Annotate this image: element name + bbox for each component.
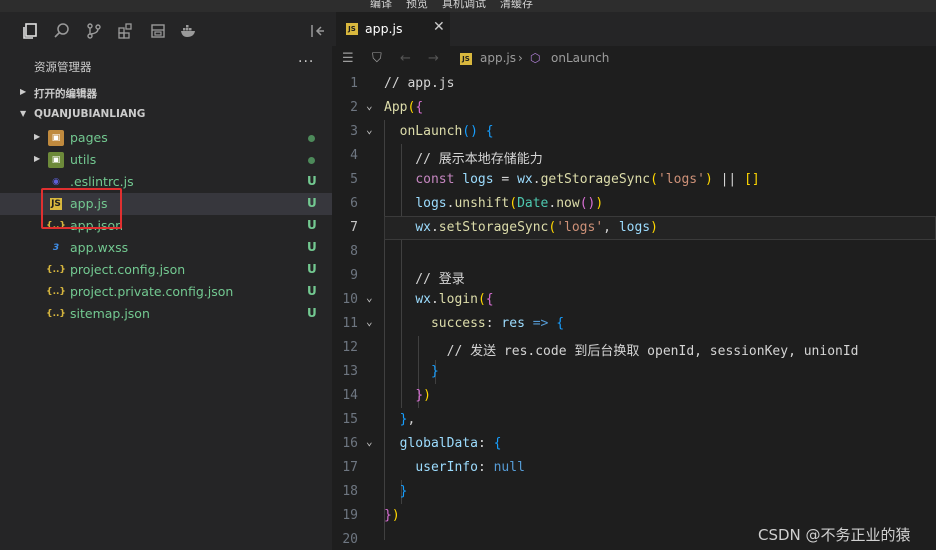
modified-dot	[308, 157, 315, 164]
fold-chevron-icon[interactable]: ⌄	[366, 99, 373, 112]
js-file-icon: JS	[460, 53, 472, 65]
tree-item-eslintrc[interactable]: ◉ .eslintrc.js U	[0, 171, 332, 193]
back-arrow-icon[interactable]: ←	[400, 51, 411, 66]
fold-chevron-icon[interactable]: ⌄	[366, 435, 373, 448]
code-line: 13 }	[342, 364, 439, 379]
breadcrumb-separator: ›	[518, 51, 523, 65]
close-icon[interactable]: ✕	[433, 19, 445, 35]
tab-bar: JS app.js ✕	[332, 12, 936, 46]
chevron-right-icon: ▶	[20, 87, 27, 96]
files-icon[interactable]	[21, 22, 39, 40]
method-icon: ⬡	[530, 51, 541, 65]
section-project[interactable]: ▼ QUANJUBIANLIANG	[0, 104, 332, 126]
folder-icon: ▣	[48, 130, 64, 146]
tree-item-utils[interactable]: ▶ ▣ utils	[0, 149, 332, 171]
menu-preview[interactable]: 预览	[406, 0, 428, 11]
tree-item-project-config[interactable]: {..} project.config.json U	[0, 259, 332, 281]
menu-clear-cache[interactable]: 清缓存	[500, 0, 533, 11]
more-actions-icon[interactable]: ···	[298, 54, 314, 70]
pages-icon[interactable]	[149, 22, 167, 40]
json-file-icon: {..}	[46, 221, 66, 231]
code-line-active: 7 wx.setStorageSync('logs', logs)	[332, 216, 936, 240]
json-file-icon: {..}	[46, 265, 66, 275]
code-area[interactable]: 1 // app.js 2 ⌄ App({ 3 ⌄ onLaunch() { 4…	[332, 72, 936, 550]
modified-dot	[308, 135, 315, 142]
fold-chevron-icon[interactable]: ⌄	[366, 123, 373, 136]
sidebar: 资源管理器 ··· ▶ 打开的编辑器 ▼ QUANJUBIANLIANG ▶ ▣…	[0, 12, 332, 550]
untracked-badge: U	[307, 174, 317, 188]
untracked-badge: U	[307, 196, 317, 210]
menu-compile[interactable]: 编译	[370, 0, 392, 11]
json-file-icon: {..}	[46, 287, 66, 297]
eslint-icon: ◉	[52, 177, 60, 187]
tab-app-js[interactable]: JS app.js ✕	[336, 12, 450, 46]
chevron-down-icon: ▼	[20, 109, 27, 118]
untracked-badge: U	[307, 284, 317, 298]
code-line: 11 ⌄ success: res => {	[342, 315, 565, 331]
tree-item-pages[interactable]: ▶ ▣ pages	[0, 127, 332, 149]
watermark: CSDN @不务正业的猿	[758, 526, 911, 544]
section-open-editors[interactable]: ▶ 打开的编辑器	[0, 82, 332, 104]
top-menu-bar: 编译 预览 真机调试 清缓存	[0, 0, 936, 12]
css-file-icon: 3	[52, 243, 60, 253]
untracked-badge: U	[307, 306, 317, 320]
js-file-icon: JS	[346, 23, 358, 35]
code-line: 14 })	[342, 388, 431, 403]
untracked-badge: U	[307, 218, 317, 232]
extensions-icon[interactable]	[117, 22, 135, 40]
code-line: 9 // 登录	[350, 268, 465, 287]
explorer-title: 资源管理器	[34, 60, 92, 74]
code-line: 1 // app.js	[350, 76, 455, 91]
breadcrumb-file[interactable]: app.js	[480, 51, 516, 65]
breadcrumb-symbol[interactable]: onLaunch	[551, 51, 609, 65]
bookmark-icon[interactable]: ⛉	[372, 51, 382, 66]
menu-device-debug[interactable]: 真机调试	[442, 0, 486, 11]
tree-item-app-js[interactable]: JS app.js U	[0, 193, 332, 215]
json-file-icon: {..}	[46, 309, 66, 319]
source-control-icon[interactable]	[85, 22, 103, 40]
code-line: 17 userInfo: null	[342, 460, 525, 475]
tree-item-app-json[interactable]: {..} app.json U	[0, 215, 332, 237]
fold-chevron-icon[interactable]: ⌄	[366, 315, 373, 328]
tree-item-app-wxss[interactable]: 3 app.wxss U	[0, 237, 332, 259]
docker-icon[interactable]	[180, 22, 198, 40]
forward-arrow-icon[interactable]: →	[428, 51, 439, 66]
editor: JS app.js ✕ ☰ ⛉ ← → JS app.js › ⬡ onLaun…	[332, 12, 936, 550]
tree-item-project-private-config[interactable]: {..} project.private.config.json U	[0, 281, 332, 303]
code-line: 12 // 发送 res.code 到后台换取 openId, sessionK…	[342, 340, 859, 359]
folder-icon: ▣	[48, 152, 64, 168]
code-line: 3 ⌄ onLaunch() {	[350, 123, 494, 139]
code-line: 10 ⌄ wx.login({	[342, 291, 494, 307]
untracked-badge: U	[307, 262, 317, 276]
collapse-panel-icon[interactable]	[308, 22, 326, 40]
code-line: 18 }	[342, 484, 408, 499]
code-line: 15 },	[342, 412, 416, 427]
untracked-badge: U	[307, 240, 317, 254]
outline-list-icon[interactable]: ☰	[342, 51, 354, 66]
chevron-right-icon: ▶	[34, 154, 41, 163]
code-line: 6 logs.unshift(Date.now())	[350, 196, 604, 211]
tree-item-sitemap[interactable]: {..} sitemap.json U	[0, 303, 332, 325]
code-line: 2 ⌄ App({	[350, 99, 424, 115]
code-line: 5 const logs = wx.getStorageSync('logs')…	[350, 172, 760, 187]
code-line: 16 ⌄ globalData: {	[342, 435, 502, 451]
activity-bar	[0, 12, 332, 50]
fold-chevron-icon[interactable]: ⌄	[366, 291, 373, 304]
chevron-right-icon: ▶	[34, 132, 41, 141]
code-line: 8	[350, 244, 358, 259]
search-icon[interactable]	[53, 22, 71, 40]
code-line: 4 // 展示本地存储能力	[350, 148, 543, 167]
breadcrumb: ☰ ⛉ ← → JS app.js › ⬡ onLaunch	[332, 46, 936, 72]
js-file-icon: JS	[50, 198, 62, 210]
